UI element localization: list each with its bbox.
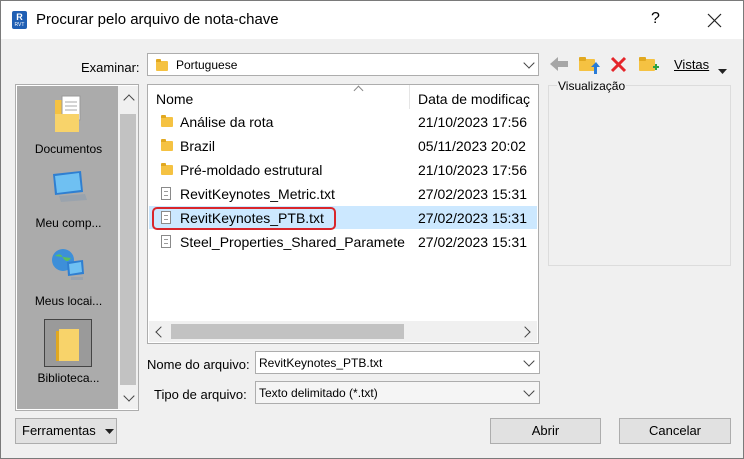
column-header-date[interactable]: Data de modificaç (418, 91, 530, 107)
filetype-dropdown[interactable]: Texto delimitado (*.txt) (255, 381, 540, 404)
lookin-value: Portuguese (176, 58, 238, 72)
chevron-down-icon (523, 57, 535, 69)
file-date: 27/02/2023 15:31 (418, 234, 527, 250)
file-name: Pré-moldado estrutural (180, 162, 323, 178)
caret-down-icon (718, 69, 727, 74)
folder-icon (161, 163, 173, 175)
place-label: Documentos (34, 142, 103, 156)
places-scroll-thumb[interactable] (120, 114, 136, 385)
file-date: 05/11/2023 20:02 (418, 138, 526, 154)
library-folder-icon (56, 329, 79, 361)
column-header-name[interactable]: Nome (156, 91, 193, 107)
file-name: RevitKeynotes_Metric.txt (180, 186, 335, 202)
documents-icon (55, 95, 81, 132)
cancel-button[interactable]: Cancelar (619, 418, 731, 444)
place-label: Meus locai... (34, 294, 103, 308)
tools-button-label: Ferramentas (22, 423, 96, 438)
close-button[interactable] (703, 5, 727, 33)
revit-app-icon: R RVT (12, 11, 27, 29)
place-computer[interactable]: Meu comp... (18, 164, 119, 234)
file-date: 21/10/2023 17:56 (418, 114, 527, 130)
filename-input[interactable]: RevitKeynotes_PTB.txt (255, 351, 540, 374)
chevron-down-icon[interactable] (523, 385, 535, 397)
app-icon-sub: RVT (14, 22, 25, 28)
views-menu[interactable]: Vistas (674, 57, 709, 72)
file-row[interactable]: Steel_Properties_Shared_Paramete 27/02/2… (149, 230, 537, 253)
title-bar: R RVT Procurar pelo arquivo de nota-chav… (1, 1, 743, 39)
text-file-icon (161, 187, 171, 200)
filetype-label: Tipo de arquivo: (154, 387, 247, 402)
file-date: 27/02/2023 15:31 (418, 186, 527, 202)
file-date: 27/02/2023 15:31 (418, 210, 527, 226)
folder-icon (161, 139, 173, 151)
place-network[interactable]: Meus locai... (18, 242, 119, 312)
chevron-up-icon[interactable] (123, 94, 135, 106)
file-name: Análise da rota (180, 114, 274, 130)
delete-button[interactable] (610, 56, 628, 77)
chevron-left-icon[interactable] (155, 326, 167, 338)
lookin-dropdown[interactable]: Portuguese (147, 53, 539, 76)
chevron-down-icon[interactable] (523, 355, 535, 367)
folder-icon (161, 115, 173, 127)
places-scrollbar[interactable] (118, 86, 138, 409)
network-icon (52, 249, 84, 280)
new-folder-icon (639, 57, 659, 71)
delete-icon (610, 56, 627, 73)
place-documents[interactable]: Documentos (18, 90, 119, 160)
up-folder-button[interactable] (578, 55, 600, 80)
folder-icon (156, 59, 168, 71)
open-button[interactable]: Abrir (490, 418, 601, 444)
sort-ascending-icon (353, 85, 364, 96)
file-row[interactable]: RevitKeynotes_Metric.txt 27/02/2023 15:3… (149, 182, 537, 205)
preview-panel (548, 85, 731, 266)
app-icon-letter: R (16, 12, 23, 22)
file-row[interactable]: Brazil 05/11/2023 20:02 (149, 134, 537, 157)
filename-value: RevitKeynotes_PTB.txt (259, 356, 383, 370)
views-dropdown-arrow[interactable] (718, 63, 727, 77)
places-track: Documentos Meu comp... Meus locai... Bib… (17, 86, 118, 409)
file-list: Nome Data de modificaç Análise da rota 2… (147, 84, 539, 344)
column-separator[interactable] (409, 85, 410, 109)
computer-icon (53, 171, 87, 202)
help-button[interactable]: ? (651, 10, 660, 28)
file-row[interactable]: Análise da rota 21/10/2023 17:56 (149, 110, 537, 133)
preview-label: Visualização (557, 79, 627, 93)
file-date: 21/10/2023 17:56 (418, 162, 527, 178)
filetype-value: Texto delimitado (*.txt) (259, 386, 378, 400)
caret-down-icon (105, 429, 114, 434)
place-label: Meu comp... (35, 216, 102, 230)
filename-label: Nome do arquivo: (147, 357, 250, 372)
place-library[interactable]: Biblioteca... (18, 319, 119, 389)
tools-button[interactable]: Ferramentas (15, 418, 117, 444)
place-label: Biblioteca... (37, 371, 100, 385)
back-button[interactable] (549, 56, 569, 75)
hscroll-thumb[interactable] (171, 324, 404, 339)
new-folder-button[interactable] (638, 55, 660, 80)
dialog-window: R RVT Procurar pelo arquivo de nota-chav… (0, 0, 744, 459)
file-name: Brazil (180, 138, 216, 154)
back-arrow-icon (550, 57, 568, 71)
close-icon (707, 13, 722, 28)
text-file-icon (161, 235, 171, 248)
file-list-hscrollbar[interactable] (149, 321, 537, 342)
lookin-label: Examinar: (81, 60, 140, 75)
places-bar: Documentos Meu comp... Meus locai... Bib… (15, 84, 139, 411)
selection-highlight (152, 207, 336, 230)
window-title: Procurar pelo arquivo de nota-chave (36, 11, 279, 28)
file-name: Steel_Properties_Shared_Paramete (180, 234, 405, 250)
file-row[interactable]: Pré-moldado estrutural 21/10/2023 17:56 (149, 158, 537, 181)
chevron-down-icon[interactable] (123, 390, 135, 402)
chevron-right-icon[interactable] (519, 326, 531, 338)
up-folder-icon (579, 57, 600, 74)
